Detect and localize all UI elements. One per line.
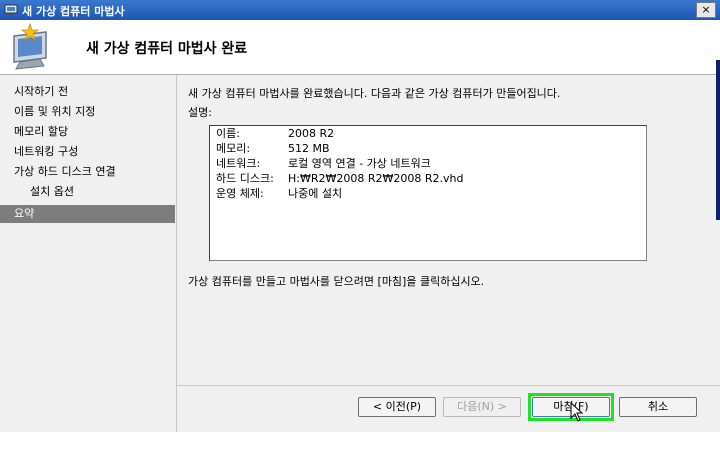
summary-key: 이름: bbox=[216, 127, 240, 140]
finish-instruction: 가상 컴퓨터를 만들고 마법사를 닫으려면 [마침]을 클릭하십시오. bbox=[188, 275, 485, 288]
computer-icon bbox=[4, 4, 18, 16]
summary-key: 네트워크: bbox=[216, 157, 261, 170]
nav-item-summary[interactable]: 요약 bbox=[0, 205, 175, 223]
summary-key: 운영 체제: bbox=[216, 187, 264, 200]
window-title: 새 가상 컴퓨터 마법사 bbox=[22, 5, 125, 18]
new-virtual-machine-icon bbox=[13, 22, 47, 70]
close-icon: × bbox=[701, 3, 711, 16]
close-button[interactable]: × bbox=[696, 2, 716, 18]
page-title: 새 가상 컴퓨터 마법사 완료 bbox=[86, 41, 248, 57]
nav-item-name-location[interactable]: 이름 및 위치 지정 bbox=[0, 103, 175, 121]
nav-item-memory[interactable]: 메모리 할당 bbox=[0, 123, 175, 141]
description-label: 설명: bbox=[188, 106, 212, 119]
summary-key: 하드 디스크: bbox=[216, 172, 274, 185]
nav-item-install-options[interactable]: 설치 옵션 bbox=[0, 183, 175, 201]
summary-value: 512 MB bbox=[288, 142, 330, 155]
wizard-header: 새 가상 컴퓨터 마법사 완료 bbox=[0, 20, 720, 75]
nav-item-before-you-begin[interactable]: 시작하기 전 bbox=[0, 83, 175, 101]
summary-key: 메모리: bbox=[216, 142, 251, 155]
summary-value: H:₩R2₩2008 R2₩2008 R2.vhd bbox=[288, 172, 464, 185]
summary-value: 2008 R2 bbox=[288, 127, 335, 140]
summary-box: 이름: 2008 R2 메모리: 512 MB 네트워크: 로컬 영역 연결 -… bbox=[209, 125, 647, 261]
button-separator bbox=[177, 385, 720, 386]
wizard-window: 새 가상 컴퓨터 마법사 × 새 가상 컴퓨터 마법사 완료 시작하기 전 이름… bbox=[0, 0, 720, 432]
previous-button[interactable]: < 이전(P) bbox=[358, 397, 436, 417]
title-bar: 새 가상 컴퓨터 마법사 × bbox=[0, 0, 720, 20]
cancel-button[interactable]: 취소 bbox=[619, 397, 697, 417]
intro-text: 새 가상 컴퓨터 마법사를 완료했습니다. 다음과 같은 가상 컴퓨터가 만들어… bbox=[188, 87, 561, 100]
next-button[interactable]: 다음(N) > bbox=[443, 397, 521, 417]
nav-item-virtual-disk[interactable]: 가상 하드 디스크 연결 bbox=[0, 163, 175, 181]
summary-value: 나중에 설치 bbox=[288, 187, 343, 200]
summary-panel: 새 가상 컴퓨터 마법사를 완료했습니다. 다음과 같은 가상 컴퓨터가 만들어… bbox=[177, 75, 720, 432]
background-window-edge bbox=[716, 60, 720, 220]
wizard-body: 시작하기 전 이름 및 위치 지정 메모리 할당 네트워킹 구성 가상 하드 디… bbox=[0, 75, 720, 432]
mouse-pointer-icon bbox=[570, 402, 584, 422]
nav-item-networking[interactable]: 네트워킹 구성 bbox=[0, 143, 175, 161]
summary-value: 로컬 영역 연결 - 가상 네트워크 bbox=[288, 157, 431, 170]
wizard-steps: 시작하기 전 이름 및 위치 지정 메모리 할당 네트워킹 구성 가상 하드 디… bbox=[0, 75, 176, 432]
